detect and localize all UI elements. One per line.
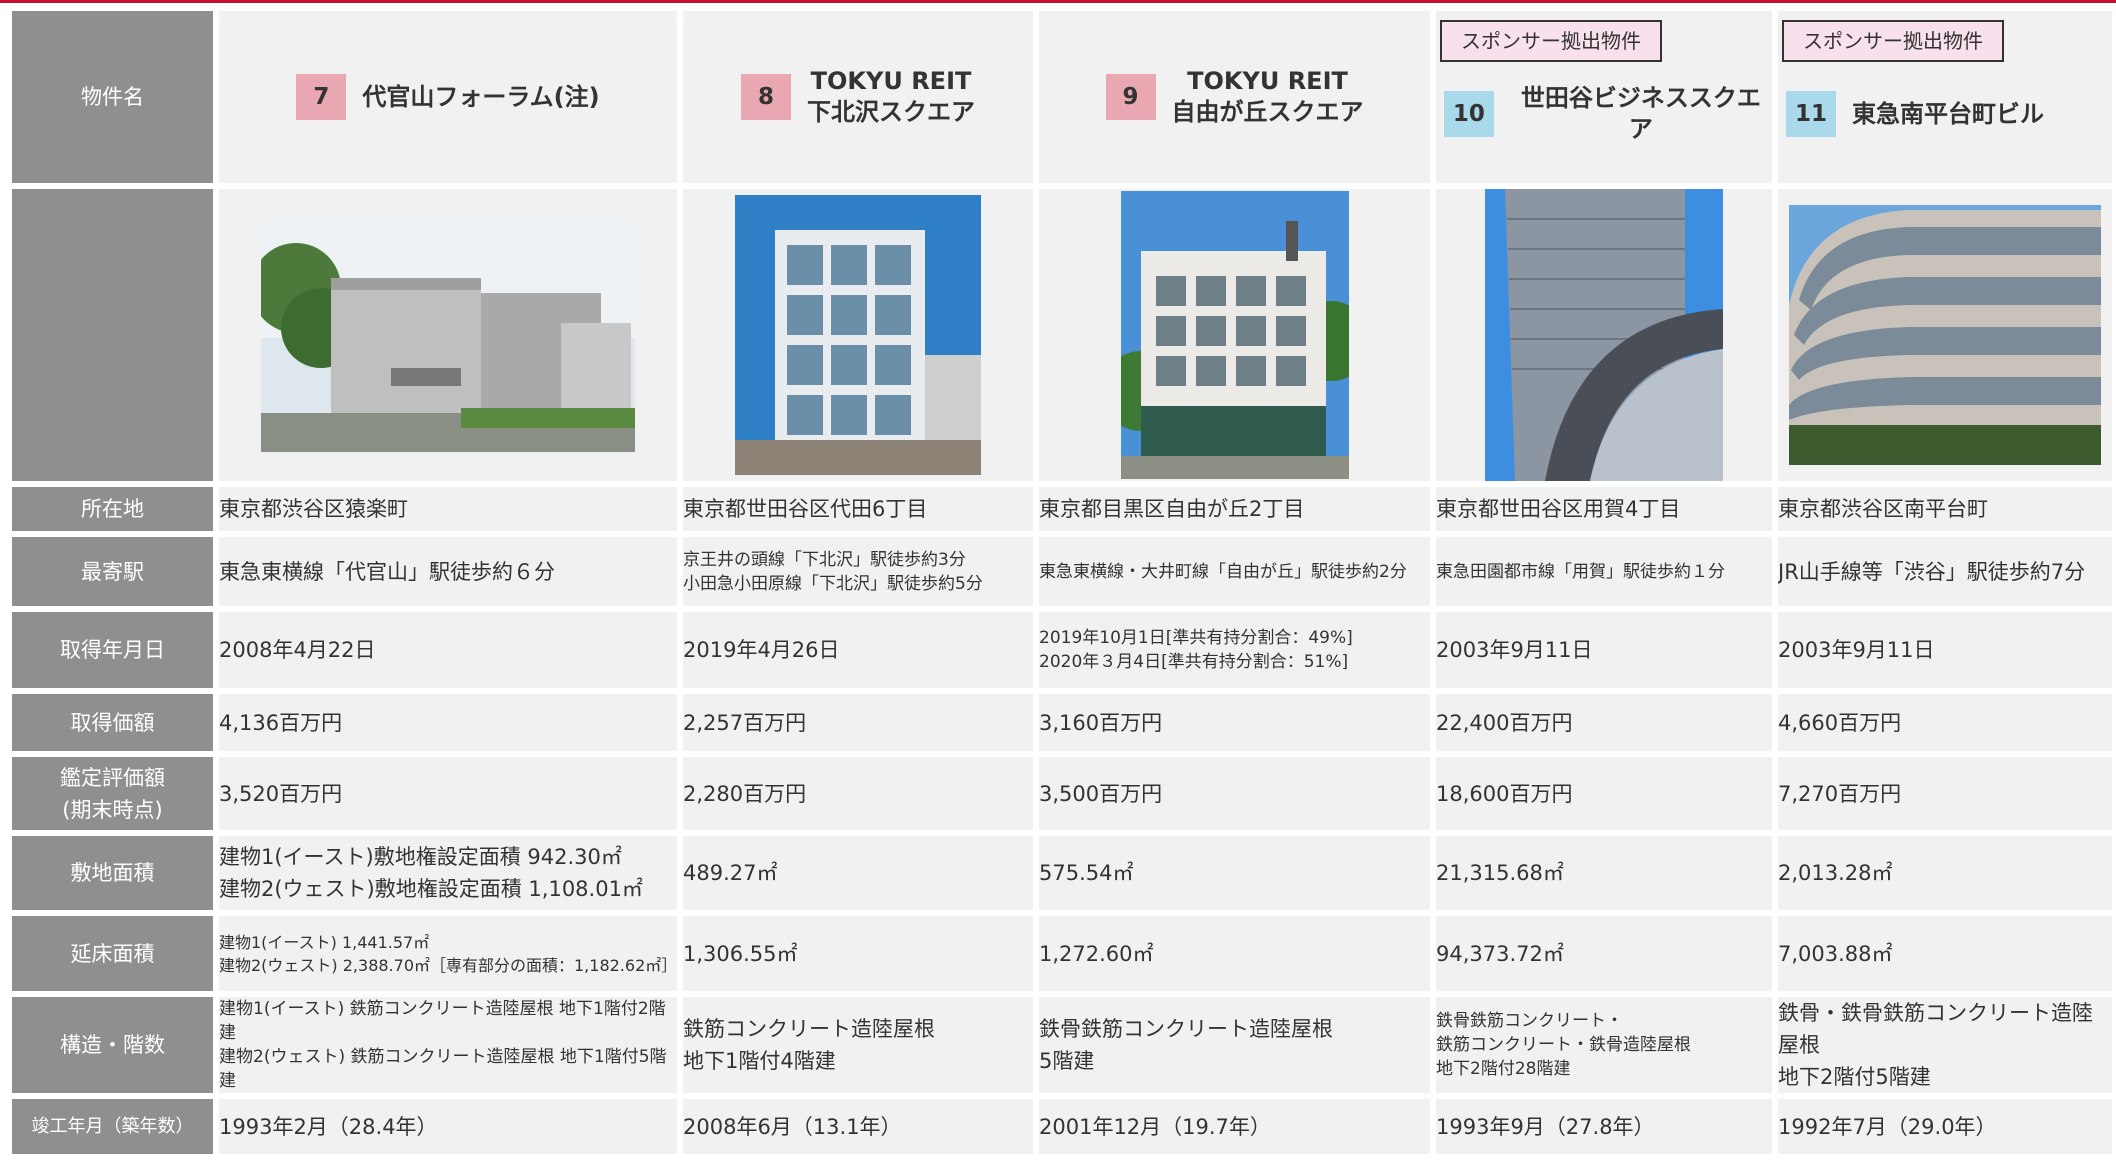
property-9-name-cell: 9 TOKYU REIT 自由が丘スクエア [1039, 11, 1430, 183]
station-cell: 東急東横線・大井町線「自由が丘」駅徒歩約2分 [1039, 537, 1430, 606]
acquired-row: 取得年月日 2008年4月22日 2019年4月26日 2019年10月1日[準… [12, 612, 2112, 688]
property-8-photo-cell [683, 189, 1033, 481]
station-cell: 京王井の頭線「下北沢」駅徒歩約3分 小田急小田原線「下北沢」駅徒歩約5分 [683, 537, 1033, 606]
floor-cell: 1,272.60㎡ [1039, 916, 1430, 991]
top-accent-line [0, 0, 2116, 3]
sponsor-badge: スポンサー拠出物件 [1440, 20, 1662, 62]
completed-cell: 1992年7月（29.0年） [1778, 1099, 2112, 1154]
row-header-structure: 構造・階数 [12, 997, 213, 1093]
property-11-name-cell: スポンサー拠出物件 11 東急南平台町ビル [1778, 11, 2112, 183]
photo-row [12, 189, 2112, 481]
row-header-acquired: 取得年月日 [12, 612, 213, 688]
land-cell: 489.27㎡ [683, 836, 1033, 910]
property-name: 代官山フォーラム(注) [362, 82, 600, 111]
row-header-land: 敷地面積 [12, 836, 213, 910]
floor-cell: 1,306.55㎡ [683, 916, 1033, 991]
price-cell: 3,160百万円 [1039, 694, 1430, 751]
building-photo-jiyugaoka-square [1120, 191, 1349, 479]
location-cell: 東京都世田谷区代田6丁目 [683, 487, 1033, 531]
land-row: 敷地面積 建物1(イースト)敷地権設定面積 942.30㎡ 建物2(ウェスト)敷地… [12, 836, 2112, 910]
row-header-location: 所在地 [12, 487, 213, 531]
row-header-station: 最寄駅 [12, 537, 213, 606]
location-cell: 東京都渋谷区南平台町 [1778, 487, 2112, 531]
property-7-name-cell: 7 代官山フォーラム(注) [219, 11, 677, 183]
property-8-name-cell: 8 TOKYU REIT 下北沢スクエア [683, 11, 1033, 183]
property-name: TOKYU REIT 下北沢スクエア [807, 67, 975, 126]
property-10-photo-cell [1436, 189, 1772, 481]
station-cell: 東急東横線「代官山」駅徒歩約６分 [219, 537, 677, 606]
structure-cell: 鉄骨・鉄骨鉄筋コンクリート造陸屋根 地下2階付5階建 [1778, 997, 2112, 1093]
row-header-photo [12, 189, 213, 481]
row-header-floor: 延床面積 [12, 916, 213, 991]
property-number-badge: 10 [1444, 91, 1494, 137]
structure-cell: 鉄骨鉄筋コンクリート造陸屋根 5階建 [1039, 997, 1430, 1093]
station-cell: 東急田園都市線「用賀」駅徒歩約１分 [1436, 537, 1772, 606]
property-number-badge: 9 [1105, 74, 1156, 120]
property-name: 東急南平台町ビル [1852, 99, 2044, 128]
acquired-cell: 2008年4月22日 [219, 612, 677, 688]
price-row: 取得価額 4,136百万円 2,257百万円 3,160百万円 22,400百万… [12, 694, 2112, 751]
sponsor-badge: スポンサー拠出物件 [1782, 20, 2004, 62]
land-cell: 21,315.68㎡ [1436, 836, 1772, 910]
floor-row: 延床面積 建物1(イースト) 1,441.57㎡ 建物2(ウェスト) 2,388.… [12, 916, 2112, 991]
completed-row: 竣工年月（築年数） 1993年2月（28.4年） 2008年6月（13.1年） … [12, 1099, 2112, 1154]
completed-cell: 1993年2月（28.4年） [219, 1099, 677, 1154]
location-row: 所在地 東京都渋谷区猿楽町 東京都世田谷区代田6丁目 東京都目黒区自由が丘2丁目… [12, 487, 2112, 531]
land-cell: 建物1(イースト)敷地権設定面積 942.30㎡ 建物2(ウェスト)敷地権設定面積… [219, 836, 677, 910]
building-photo-daikanyama-forum [261, 218, 635, 452]
acquired-cell: 2019年4月26日 [683, 612, 1033, 688]
structure-cell: 鉄骨鉄筋コンクリート・ 鉄筋コンクリート・鉄骨造陸屋根 地下2階付28階建 [1436, 997, 1772, 1093]
appraisal-row: 鑑定評価額 (期末時点) 3,520百万円 2,280百万円 3,500百万円 1… [12, 757, 2112, 830]
land-cell: 575.54㎡ [1039, 836, 1430, 910]
name-row: 物件名 7 代官山フォーラム(注) 8 TOKYU REIT 下北沢スクエア 9 … [12, 11, 2112, 183]
acquired-cell: 2003年9月11日 [1436, 612, 1772, 688]
completed-cell: 2001年12月（19.7年） [1039, 1099, 1430, 1154]
floor-cell: 7,003.88㎡ [1778, 916, 2112, 991]
location-cell: 東京都世田谷区用賀4丁目 [1436, 487, 1772, 531]
price-cell: 2,257百万円 [683, 694, 1033, 751]
property-number-badge: 11 [1786, 91, 1836, 137]
structure-row: 構造・階数 建物1(イースト) 鉄筋コンクリート造陸屋根 地下1階付2階建 建物2… [12, 997, 2112, 1093]
building-photo-shimokitazawa-square [735, 195, 981, 475]
price-cell: 4,136百万円 [219, 694, 677, 751]
appraisal-cell: 3,520百万円 [219, 757, 677, 830]
floor-cell: 94,373.72㎡ [1436, 916, 1772, 991]
row-header-completed: 竣工年月（築年数） [12, 1099, 213, 1154]
property-7-photo-cell [219, 189, 677, 481]
row-header-name: 物件名 [12, 11, 213, 183]
location-cell: 東京都目黒区自由が丘2丁目 [1039, 487, 1430, 531]
structure-cell: 建物1(イースト) 鉄筋コンクリート造陸屋根 地下1階付2階建 建物2(ウェスト)… [219, 997, 677, 1093]
acquired-cell: 2019年10月1日[準共有持分割合：49%] 2020年３月4日[準共有持分割合… [1039, 612, 1430, 688]
property-table: 物件名 7 代官山フォーラム(注) 8 TOKYU REIT 下北沢スクエア 9 … [6, 5, 2116, 1160]
price-cell: 22,400百万円 [1436, 694, 1772, 751]
property-name: 世田谷ビジネススクエア [1520, 84, 1761, 143]
appraisal-cell: 7,270百万円 [1778, 757, 2112, 830]
completed-cell: 1993年9月（27.8年） [1436, 1099, 1772, 1154]
property-11-photo-cell [1778, 189, 2112, 481]
row-header-appraisal: 鑑定評価額 (期末時点) [12, 757, 213, 830]
building-photo-tokyu-nanpeidaicho-building [1789, 205, 2101, 465]
location-cell: 東京都渋谷区猿楽町 [219, 487, 677, 531]
structure-cell: 鉄筋コンクリート造陸屋根 地下1階付4階建 [683, 997, 1033, 1093]
appraisal-cell: 2,280百万円 [683, 757, 1033, 830]
property-10-name-cell: スポンサー拠出物件 10 世田谷ビジネススクエア [1436, 11, 1772, 183]
floor-cell: 建物1(イースト) 1,441.57㎡ 建物2(ウェスト) 2,388.70㎡［専… [219, 916, 677, 991]
land-cell: 2,013.28㎡ [1778, 836, 2112, 910]
property-name: TOKYU REIT 自由が丘スクエア [1171, 67, 1364, 126]
acquired-cell: 2003年9月11日 [1778, 612, 2112, 688]
completed-cell: 2008年6月（13.1年） [683, 1099, 1033, 1154]
building-photo-setagaya-business-square [1485, 189, 1723, 481]
appraisal-cell: 3,500百万円 [1039, 757, 1430, 830]
property-number-badge: 7 [296, 74, 347, 120]
appraisal-cell: 18,600百万円 [1436, 757, 1772, 830]
station-row: 最寄駅 東急東横線「代官山」駅徒歩約６分 京王井の頭線「下北沢」駅徒歩約3分 小田… [12, 537, 2112, 606]
property-number-badge: 8 [741, 74, 791, 120]
price-cell: 4,660百万円 [1778, 694, 2112, 751]
property-9-photo-cell [1039, 189, 1430, 481]
station-cell: JR山手線等「渋谷」駅徒歩約7分 [1778, 537, 2112, 606]
row-header-price: 取得価額 [12, 694, 213, 751]
